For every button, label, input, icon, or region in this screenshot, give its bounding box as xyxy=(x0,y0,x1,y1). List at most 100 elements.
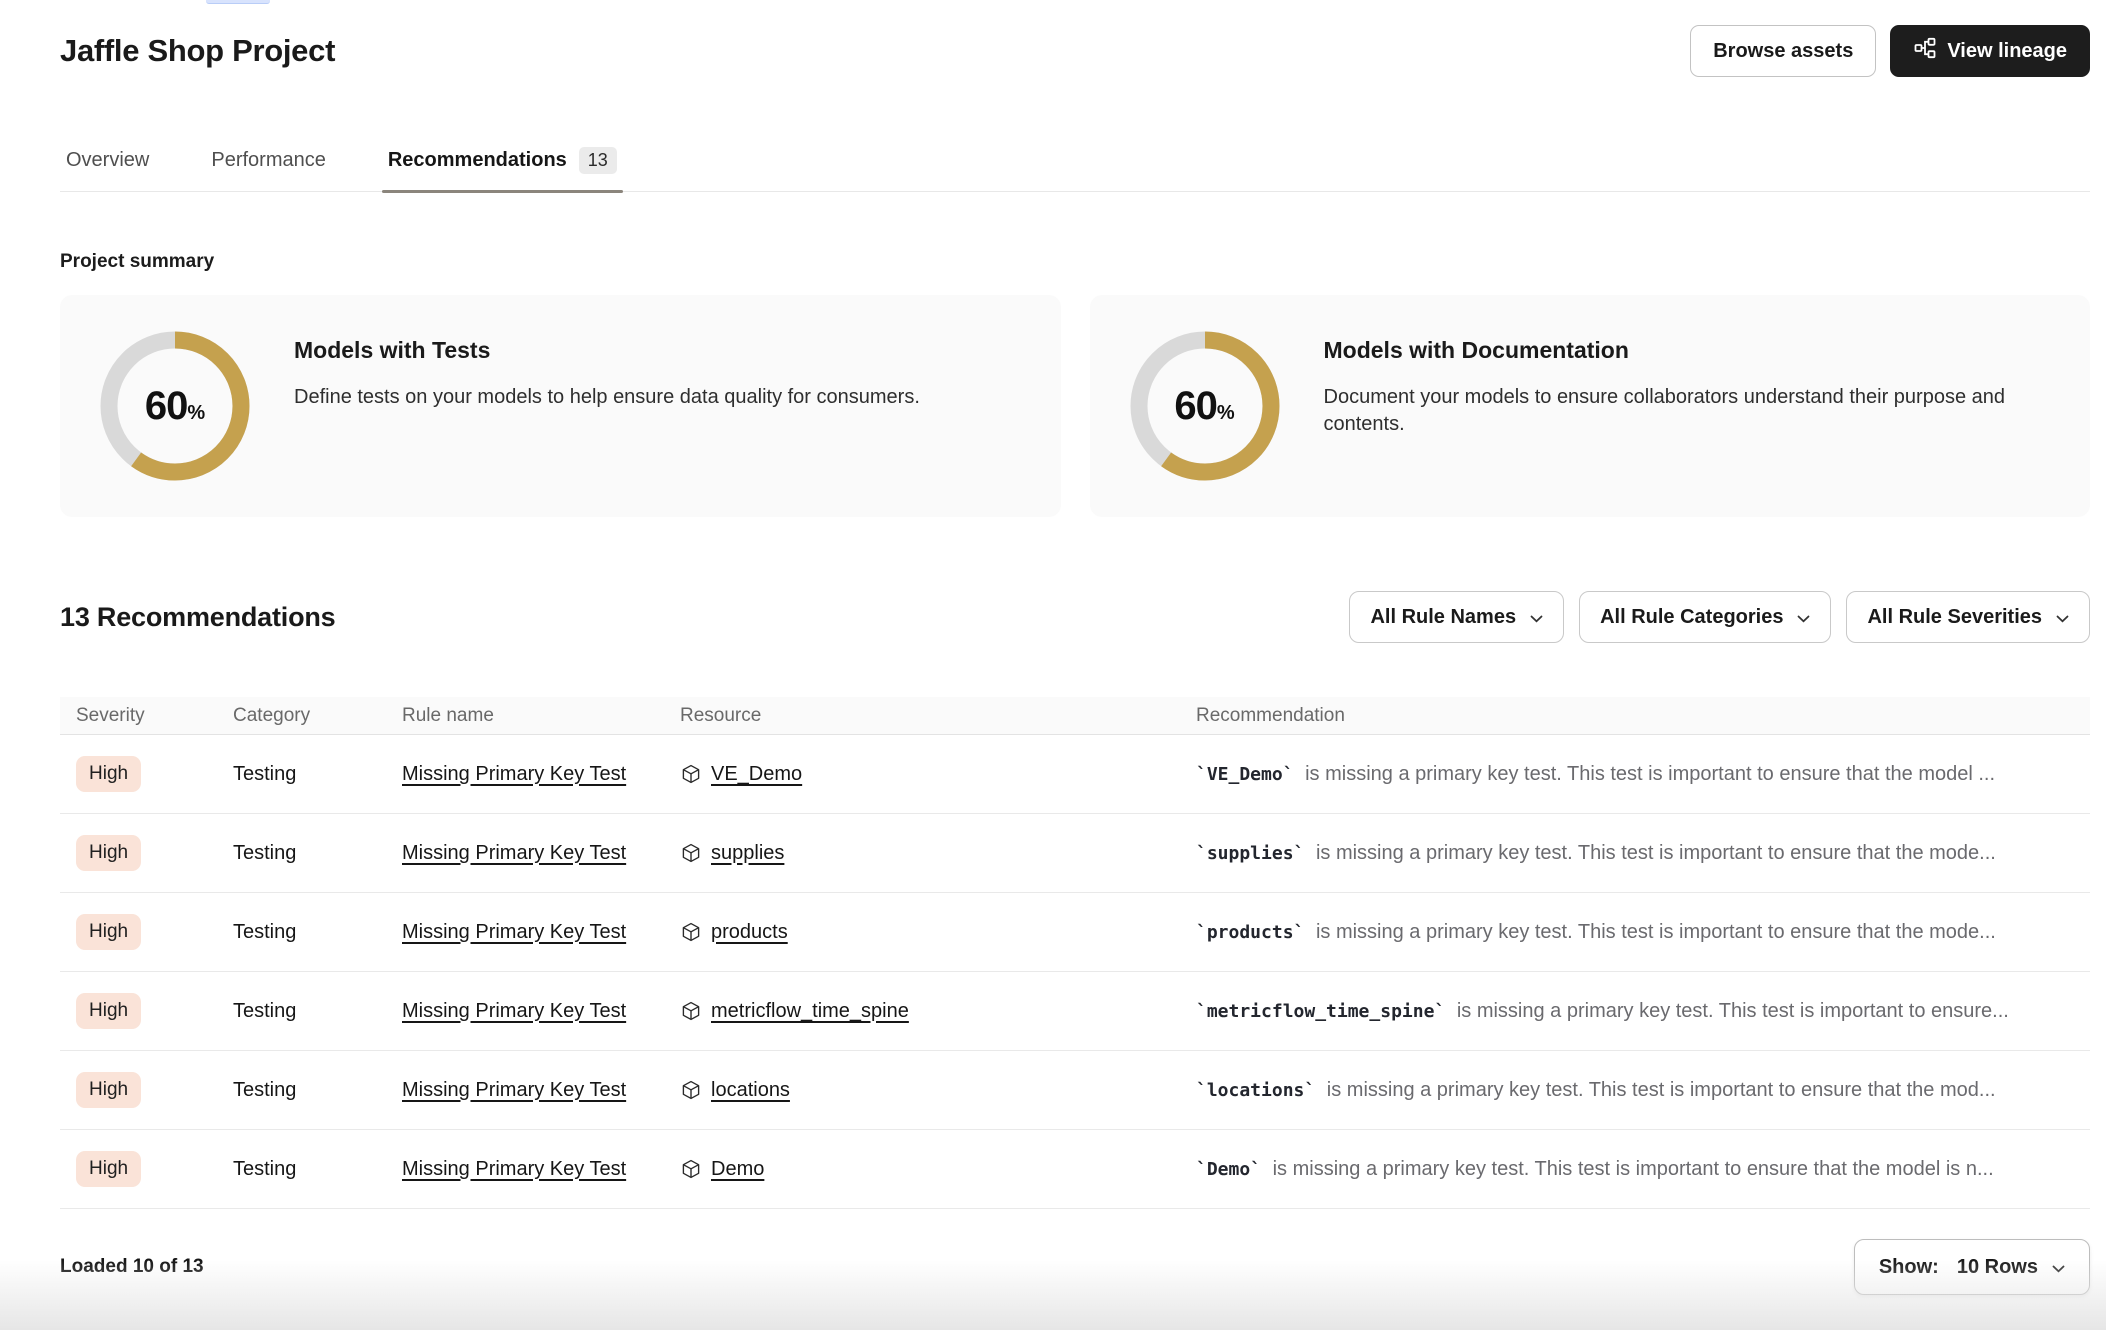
resource-link[interactable]: VE_Demo xyxy=(711,763,802,786)
column-header-category: Category xyxy=(233,705,402,727)
column-header-rule-name: Rule name xyxy=(402,705,680,727)
resource-cell: products xyxy=(680,921,1196,944)
column-header-resource: Resource xyxy=(680,705,1196,727)
resource-cell: metricflow_time_spine xyxy=(680,1000,1196,1023)
severity-badge: High xyxy=(76,835,141,871)
header-actions: Browse assets View lineage xyxy=(1690,25,2090,77)
rule-name-link[interactable]: Missing Primary Key Test xyxy=(402,763,626,785)
project-page: Jaffle Shop Project Browse assets View l… xyxy=(0,0,2106,1330)
browse-assets-button[interactable]: Browse assets xyxy=(1690,25,1876,77)
loaded-count-label: Loaded 10 of 13 xyxy=(60,1256,204,1278)
gauge-value: 60 % xyxy=(1130,331,1280,481)
card-description: Define tests on your models to help ensu… xyxy=(294,384,920,411)
table-row: High Testing Missing Primary Key Test me… xyxy=(60,972,2090,1051)
view-lineage-label: View lineage xyxy=(1947,40,2067,63)
tab-performance[interactable]: Performance xyxy=(205,147,332,191)
table-header-row: Severity Category Rule name Resource Rec… xyxy=(60,697,2090,735)
resource-link[interactable]: metricflow_time_spine xyxy=(711,1000,909,1023)
page-header: Jaffle Shop Project Browse assets View l… xyxy=(60,0,2090,77)
severity-badge: High xyxy=(76,914,141,950)
column-header-recommendation: Recommendation xyxy=(1196,705,2090,727)
filter-bar: All Rule Names All Rule Categories All R… xyxy=(1349,591,2090,643)
card-description: Document your models to ensure collabora… xyxy=(1324,384,2044,438)
card-title: Models with Documentation xyxy=(1324,337,2044,364)
gauge-value: 60 % xyxy=(100,331,250,481)
category-cell: Testing xyxy=(233,1079,402,1102)
chevron-down-icon xyxy=(1530,606,1543,629)
tab-overview-label: Overview xyxy=(66,149,149,172)
browse-assets-label: Browse assets xyxy=(1713,40,1853,63)
summary-cards: 60 % Models with Tests Define tests on y… xyxy=(60,295,2090,517)
gauge-percent-sign: % xyxy=(1217,402,1235,425)
resource-link[interactable]: Demo xyxy=(711,1158,764,1181)
recommendation-text: is missing a primary key test. This test… xyxy=(1316,842,1996,864)
card-text: Models with Documentation Document your … xyxy=(1324,331,2044,438)
chevron-down-icon xyxy=(2052,1256,2065,1279)
filter-label: All Rule Categories xyxy=(1600,606,1783,629)
show-label: Show: xyxy=(1879,1256,1939,1279)
view-lineage-button[interactable]: View lineage xyxy=(1890,25,2090,77)
model-cube-icon xyxy=(680,842,702,864)
gauge-number: 60 xyxy=(1174,384,1217,429)
resource-cell: VE_Demo xyxy=(680,763,1196,786)
table-row: High Testing Missing Primary Key Test pr… xyxy=(60,893,2090,972)
category-cell: Testing xyxy=(233,1158,402,1181)
show-value: 10 Rows xyxy=(1957,1256,2038,1279)
project-summary-label: Project summary xyxy=(60,251,2090,273)
table-row: High Testing Missing Primary Key Test VE… xyxy=(60,735,2090,814)
rule-name-link[interactable]: Missing Primary Key Test xyxy=(402,1000,626,1022)
severity-cell: High xyxy=(76,756,233,792)
tab-overview[interactable]: Overview xyxy=(60,147,155,191)
chevron-down-icon xyxy=(1797,606,1810,629)
model-cube-icon xyxy=(680,921,702,943)
resource-cell: locations xyxy=(680,1079,1196,1102)
resource-link[interactable]: products xyxy=(711,921,788,944)
rule-names-filter[interactable]: All Rule Names xyxy=(1349,591,1564,643)
rule-severities-filter[interactable]: All Rule Severities xyxy=(1846,591,2090,643)
column-header-severity: Severity xyxy=(76,705,233,727)
docs-percent-gauge: 60 % xyxy=(1130,331,1280,481)
severity-cell: High xyxy=(76,835,233,871)
recommendation-text: is missing a primary key test. This test… xyxy=(1305,763,1995,785)
recommendation-cell: `supplies` is missing a primary key test… xyxy=(1196,842,2090,865)
resource-link[interactable]: supplies xyxy=(711,842,784,865)
recommendation-cell: `Demo` is missing a primary key test. Th… xyxy=(1196,1158,2090,1181)
resource-cell: supplies xyxy=(680,842,1196,865)
tab-performance-label: Performance xyxy=(211,149,326,172)
category-cell: Testing xyxy=(233,921,402,944)
model-cube-icon xyxy=(680,1158,702,1180)
severity-badge: High xyxy=(76,1151,141,1187)
lineage-graph-icon xyxy=(1913,36,1937,66)
resource-cell: Demo xyxy=(680,1158,1196,1181)
recommendations-count-badge: 13 xyxy=(579,147,617,174)
resource-link[interactable]: locations xyxy=(711,1079,790,1102)
card-text: Models with Tests Define tests on your m… xyxy=(294,331,920,411)
rule-name-link[interactable]: Missing Primary Key Test xyxy=(402,1079,626,1101)
gauge-percent-sign: % xyxy=(187,402,205,425)
table-row: High Testing Missing Primary Key Test lo… xyxy=(60,1051,2090,1130)
tab-recommendations[interactable]: Recommendations 13 xyxy=(382,147,623,191)
severity-cell: High xyxy=(76,993,233,1029)
recommendation-code: `products` xyxy=(1196,922,1304,943)
rule-categories-filter[interactable]: All Rule Categories xyxy=(1579,591,1831,643)
rule-name-link[interactable]: Missing Primary Key Test xyxy=(402,1158,626,1180)
recommendation-text: is missing a primary key test. This test… xyxy=(1273,1158,1994,1180)
category-cell: Testing xyxy=(233,842,402,865)
recommendation-code: `metricflow_time_spine` xyxy=(1196,1001,1445,1022)
gauge-number: 60 xyxy=(145,384,188,429)
top-edge-artifact xyxy=(206,0,270,4)
severity-badge: High xyxy=(76,993,141,1029)
tests-percent-gauge: 60 % xyxy=(100,331,250,481)
table-row: High Testing Missing Primary Key Test De… xyxy=(60,1130,2090,1209)
severity-badge: High xyxy=(76,756,141,792)
rule-name-link[interactable]: Missing Primary Key Test xyxy=(402,921,626,943)
model-cube-icon xyxy=(680,763,702,785)
rows-per-page-dropdown[interactable]: Show: 10 Rows xyxy=(1854,1239,2090,1295)
filter-label: All Rule Names xyxy=(1370,606,1516,629)
rule-name-link[interactable]: Missing Primary Key Test xyxy=(402,842,626,864)
severity-cell: High xyxy=(76,1151,233,1187)
recommendation-cell: `products` is missing a primary key test… xyxy=(1196,921,2090,944)
recommendations-header: 13 Recommendations All Rule Names All Ru… xyxy=(60,591,2090,643)
tab-bar: Overview Performance Recommendations 13 xyxy=(60,147,2090,192)
recommendation-cell: `locations` is missing a primary key tes… xyxy=(1196,1079,2090,1102)
